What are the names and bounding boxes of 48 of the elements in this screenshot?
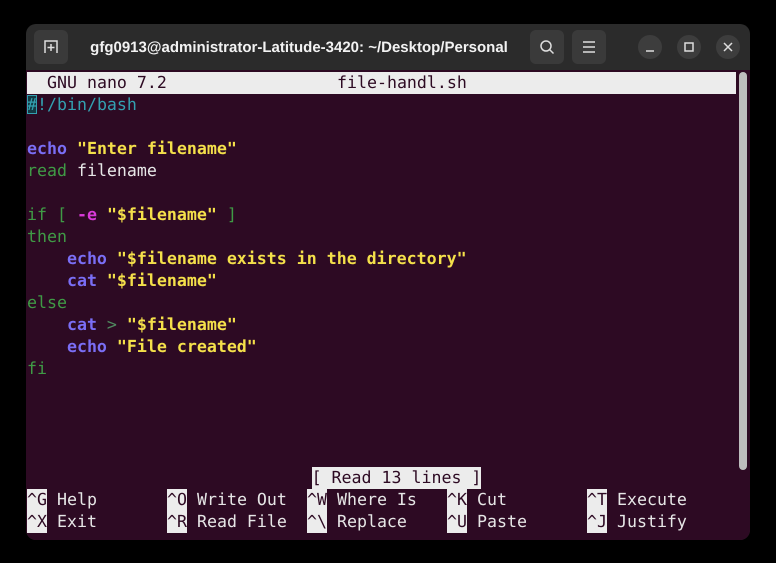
close-button[interactable] bbox=[716, 35, 740, 59]
shortcut-label: Exit bbox=[56, 511, 97, 533]
shortcut-key: ^J bbox=[587, 511, 607, 533]
close-icon bbox=[723, 42, 733, 52]
shortcut-label: Read File bbox=[196, 511, 287, 533]
code-line: echo "Enter filename" bbox=[27, 139, 237, 158]
search-button[interactable] bbox=[530, 30, 564, 64]
shortcut-label: Paste bbox=[476, 511, 527, 533]
code-line: echo "$filename exists in the directory" bbox=[66, 249, 467, 268]
shortcut-label: Where Is bbox=[336, 489, 417, 511]
shortcut-key: ^K bbox=[447, 489, 467, 511]
shortcut-key: ^X bbox=[27, 511, 47, 533]
maximize-icon bbox=[684, 42, 694, 52]
new-tab-button[interactable] bbox=[34, 30, 68, 64]
shortcut-label: Help bbox=[56, 489, 97, 511]
search-icon bbox=[539, 39, 555, 55]
code-line: fi bbox=[27, 359, 47, 378]
menu-button[interactable] bbox=[572, 30, 606, 64]
code-line: read filename bbox=[27, 161, 157, 180]
shortcut-label: Execute bbox=[616, 489, 687, 511]
code-line: #!/bin/bash bbox=[27, 95, 137, 114]
code-line: if [ -e "$filename" ] bbox=[27, 205, 237, 224]
shortcut-key: ^R bbox=[167, 511, 187, 533]
code-line: cat "$filename" bbox=[66, 271, 217, 290]
shortcut-label: Write Out bbox=[196, 489, 287, 511]
menu-icon bbox=[582, 41, 596, 53]
minimize-icon bbox=[645, 50, 655, 52]
shortcut-label: Cut bbox=[476, 489, 507, 511]
shortcut-label: Replace bbox=[336, 511, 407, 533]
shortcut-key: ^W bbox=[307, 489, 327, 511]
status-message: [ Read 13 lines ] bbox=[312, 467, 482, 489]
app-version: GNU nano 7.2 bbox=[47, 72, 168, 94]
shortcut-key: ^U bbox=[447, 511, 467, 533]
shortcut-key: ^T bbox=[587, 489, 607, 511]
maximize-button[interactable] bbox=[677, 35, 701, 59]
shortcut-key: ^\ bbox=[307, 511, 327, 533]
code-line: cat > "$filename" bbox=[66, 315, 237, 334]
minimize-button[interactable] bbox=[638, 35, 662, 59]
scrollbar-thumb[interactable] bbox=[739, 72, 747, 470]
shortcut-key: ^O bbox=[167, 489, 187, 511]
shortcut-label: Justify bbox=[616, 511, 687, 533]
window-title: gfg0913@administrator-Latitude-3420: ~/Desktop/Personal bbox=[89, 38, 509, 56]
code-line: then bbox=[27, 227, 67, 246]
code-line: else bbox=[27, 293, 67, 312]
code-line: echo "File created" bbox=[66, 337, 257, 356]
shortcut-key: ^G bbox=[27, 489, 47, 511]
new-tab-icon bbox=[43, 39, 59, 55]
file-name: file-handl.sh bbox=[337, 72, 467, 94]
